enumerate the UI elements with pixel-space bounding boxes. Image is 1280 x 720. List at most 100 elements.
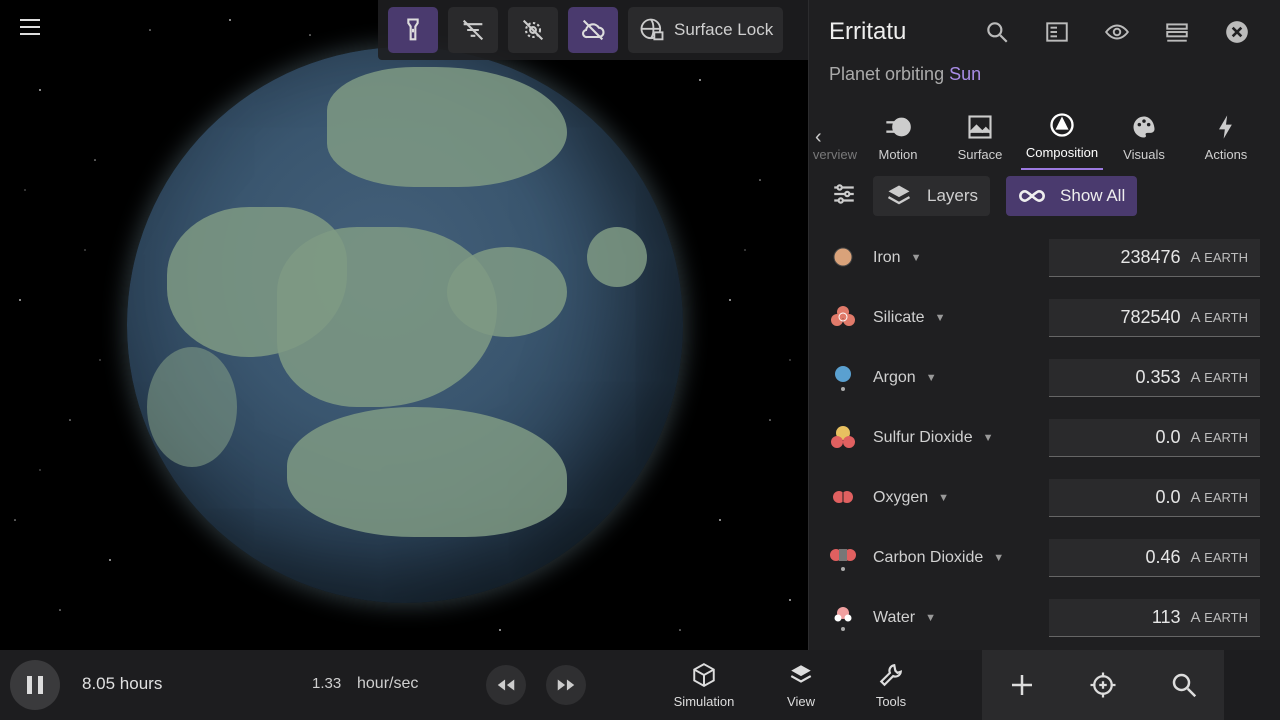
- tab-label-visuals: Visuals: [1123, 147, 1165, 162]
- component-value: 0.46: [1145, 547, 1181, 567]
- unit-prefix: A: [1190, 249, 1201, 266]
- list-item: Sulfur Dioxide ▼ 0.0 A EARTH: [829, 408, 1260, 468]
- unit-label: A EARTH: [1191, 309, 1248, 326]
- unit-label: A EARTH: [1191, 489, 1248, 506]
- tab-actions[interactable]: Actions: [1185, 104, 1267, 170]
- composition-icon: [1050, 113, 1074, 137]
- component-value-field[interactable]: 0.0 A EARTH: [1049, 419, 1260, 457]
- nav-simulation[interactable]: Simulation: [664, 662, 744, 709]
- lightning-icon: [1219, 115, 1232, 139]
- time-rate-value[interactable]: 1.33: [312, 675, 341, 692]
- fast-forward-icon: [557, 679, 575, 691]
- sulfur-dioxide-icon: [829, 423, 859, 453]
- chevron-down-icon: ▼: [910, 252, 922, 264]
- panel-title: Erritatu: [829, 18, 907, 45]
- chevron-down-icon: ▼: [938, 492, 950, 504]
- component-name-dropdown[interactable]: Sulfur Dioxide ▼: [873, 429, 1049, 447]
- hamburger-menu-icon[interactable]: [14, 14, 46, 46]
- component-name: Silicate: [873, 309, 925, 326]
- tab-surface[interactable]: Surface: [939, 104, 1021, 170]
- component-name-dropdown[interactable]: Iron ▼: [873, 249, 1049, 267]
- composition-filters: Layers Show All: [809, 172, 1280, 220]
- rewind-icon: [497, 679, 515, 691]
- unit-prefix: A: [1190, 549, 1201, 566]
- cloud-off-icon[interactable]: [568, 7, 618, 53]
- panel-tabs: ‹ verview Motion Surface Composition Vis…: [809, 104, 1280, 170]
- surface-icon: [968, 115, 992, 139]
- pause-button[interactable]: [10, 660, 60, 710]
- component-name-dropdown[interactable]: Argon ▼: [873, 369, 1049, 387]
- tab-visuals[interactable]: Visuals: [1103, 104, 1185, 170]
- layers-icon: [790, 665, 812, 683]
- filter-off-icon[interactable]: [448, 7, 498, 53]
- subtitle-text: Planet orbiting: [829, 64, 950, 84]
- water-icon: [829, 603, 859, 633]
- layers-icon: [887, 185, 911, 205]
- unit-prefix: A: [1190, 309, 1201, 326]
- time-rate-unit[interactable]: hour/sec: [357, 675, 418, 693]
- plus-icon[interactable]: [1007, 670, 1037, 700]
- component-value: 0.0: [1155, 427, 1181, 447]
- list-item: Silicate ▼ 782540 A EARTH: [829, 288, 1260, 348]
- flashlight-icon[interactable]: [388, 7, 438, 53]
- component-value-field[interactable]: 0.46 A EARTH: [1049, 539, 1260, 577]
- show-all-label: Show All: [1060, 186, 1126, 205]
- component-value-field[interactable]: 0.353 A EARTH: [1049, 359, 1260, 397]
- component-name-dropdown[interactable]: Carbon Dioxide ▼: [873, 549, 1049, 567]
- component-name-dropdown[interactable]: Water ▼: [873, 609, 1049, 627]
- chevron-down-icon: ▼: [925, 612, 936, 624]
- component-name-dropdown[interactable]: Oxygen ▼: [873, 489, 1049, 507]
- show-all-button[interactable]: Show All: [1006, 176, 1138, 216]
- component-name: Water: [873, 609, 916, 626]
- component-value: 238476: [1120, 247, 1181, 267]
- component-name: Oxygen: [873, 489, 929, 506]
- component-name-dropdown[interactable]: Silicate ▼: [873, 309, 1049, 327]
- unit-text: EARTH: [1204, 550, 1248, 565]
- space-viewport[interactable]: [0, 0, 808, 650]
- component-value-field[interactable]: 782540 A EARTH: [1049, 299, 1260, 337]
- close-icon[interactable]: [1214, 9, 1260, 55]
- component-name: Iron: [873, 249, 901, 266]
- simulation-time: 8.05 hours: [82, 674, 163, 693]
- surface-lock-button[interactable]: Surface Lock: [628, 7, 784, 53]
- recenter-icon[interactable]: [1088, 670, 1118, 700]
- nav-label: Simulation: [673, 694, 735, 709]
- unit-label: A EARTH: [1191, 369, 1248, 386]
- sliders-icon[interactable]: [831, 181, 857, 212]
- tab-label-composition: Composition: [1025, 145, 1099, 160]
- search-icon[interactable]: [1169, 670, 1199, 700]
- silicate-icon: [829, 303, 859, 333]
- search-icon[interactable]: [974, 9, 1020, 55]
- gear-off-icon[interactable]: [508, 7, 558, 53]
- info-card-icon[interactable]: [1034, 9, 1080, 55]
- component-value-field[interactable]: 0.0 A EARTH: [1049, 479, 1260, 517]
- chevron-down-icon: ▼: [993, 552, 1005, 564]
- unit-label: A EARTH: [1191, 549, 1248, 566]
- fast-forward-button[interactable]: [546, 665, 586, 705]
- nav-view[interactable]: View: [761, 662, 841, 709]
- planet-globe[interactable]: [127, 47, 683, 603]
- list-view-icon[interactable]: [1154, 9, 1200, 55]
- component-value-field[interactable]: 113 A EARTH: [1049, 599, 1260, 637]
- palette-icon: [1133, 116, 1155, 138]
- unit-text: EARTH: [1204, 370, 1248, 385]
- rewind-button[interactable]: [486, 665, 526, 705]
- infinity-icon: [1019, 190, 1045, 202]
- unit-prefix: A: [1190, 429, 1201, 446]
- composition-list: Iron ▼ 238476 A EARTH Silicate ▼ 782540 A …: [809, 220, 1280, 648]
- oxygen-icon: [829, 483, 859, 513]
- tab-composition[interactable]: Composition: [1021, 104, 1103, 170]
- list-item: Oxygen ▼ 0.0 A EARTH: [829, 468, 1260, 528]
- carbon-dioxide-icon: [829, 543, 859, 573]
- component-name: Carbon Dioxide: [873, 549, 984, 566]
- bottom-actions: [982, 650, 1224, 720]
- nav-tools[interactable]: Tools: [851, 662, 931, 709]
- tab-overview[interactable]: verview: [809, 104, 857, 170]
- parent-body-link[interactable]: Sun: [949, 64, 981, 84]
- component-value-field[interactable]: 238476 A EARTH: [1049, 239, 1260, 277]
- list-item: Carbon Dioxide ▼ 0.46 A EARTH: [829, 528, 1260, 588]
- unit-text: EARTH: [1204, 310, 1248, 325]
- tab-motion[interactable]: Motion: [857, 104, 939, 170]
- eye-icon[interactable]: [1094, 9, 1140, 55]
- layers-button[interactable]: Layers: [873, 176, 991, 216]
